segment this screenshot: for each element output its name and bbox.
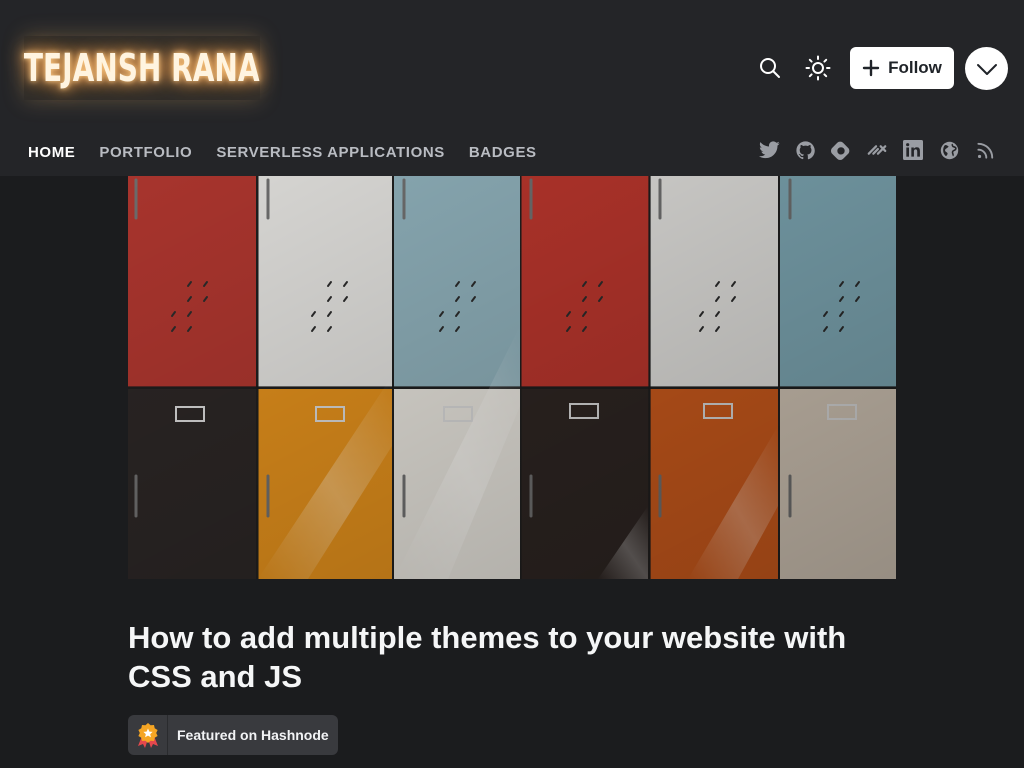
article-title: How to add multiple themes to your websi… bbox=[128, 620, 847, 694]
blog-logo[interactable]: TEJANSH RANA bbox=[24, 36, 260, 100]
lockers-photo bbox=[128, 176, 896, 579]
theme-toggle-button[interactable] bbox=[802, 52, 834, 84]
github-icon bbox=[795, 140, 815, 159]
blog-name: TEJANSH RANA bbox=[24, 46, 260, 90]
rss-icon bbox=[976, 142, 993, 159]
twitter-icon bbox=[758, 141, 780, 159]
cover-image bbox=[128, 176, 896, 579]
account-menu-button[interactable] bbox=[965, 47, 1008, 90]
linkedin-icon bbox=[903, 140, 923, 160]
plus-icon bbox=[862, 59, 880, 77]
twitter-link[interactable] bbox=[758, 139, 780, 161]
hashnode-link[interactable] bbox=[830, 139, 852, 161]
follow-button[interactable]: Follow bbox=[850, 47, 954, 89]
website-link[interactable] bbox=[938, 139, 960, 161]
dev-icon bbox=[867, 145, 887, 155]
main-nav: HOME PORTFOLIO SERVERLESS APPLICATIONS B… bbox=[28, 144, 537, 161]
search-icon bbox=[760, 58, 780, 78]
sun-icon bbox=[805, 55, 831, 81]
linkedin-link[interactable] bbox=[902, 139, 924, 161]
github-link[interactable] bbox=[794, 139, 816, 161]
featured-badge[interactable]: Featured on Hashnode bbox=[128, 715, 338, 755]
hashnode-icon bbox=[831, 141, 850, 160]
social-links bbox=[758, 139, 996, 161]
follow-label: Follow bbox=[888, 58, 942, 77]
chevron-down-icon bbox=[976, 63, 997, 75]
award-icon bbox=[128, 715, 168, 755]
featured-label: Featured on Hashnode bbox=[177, 727, 329, 743]
rss-link[interactable] bbox=[974, 139, 996, 161]
devto-link[interactable] bbox=[866, 139, 888, 161]
search-button[interactable] bbox=[754, 52, 786, 84]
nav-item-home[interactable]: HOME bbox=[28, 144, 75, 161]
nav-item-portfolio[interactable]: PORTFOLIO bbox=[99, 144, 192, 161]
website-icon bbox=[940, 141, 958, 159]
nav-item-serverless-applications[interactable]: SERVERLESS APPLICATIONS bbox=[216, 144, 445, 161]
site-header: TEJANSH RANA Follow HOME PORTFOLIO SERVE… bbox=[0, 0, 1024, 176]
nav-item-badges[interactable]: BADGES bbox=[469, 144, 537, 161]
